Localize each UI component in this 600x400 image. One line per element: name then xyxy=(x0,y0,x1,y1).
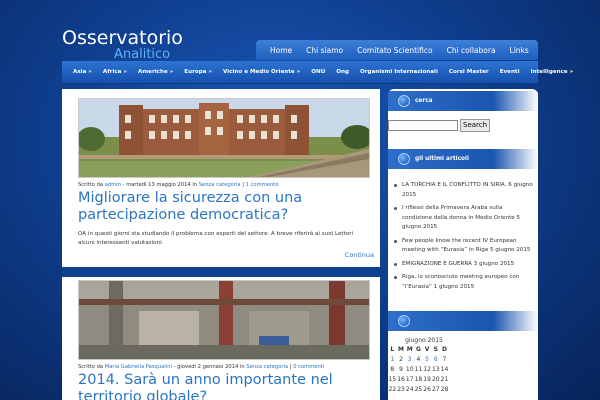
post-separator xyxy=(62,267,380,277)
calendar-day: 20 xyxy=(431,375,440,383)
post-meta: Scritto da admin - martedì 13 maggio 201… xyxy=(78,182,279,188)
post-title[interactable]: Migliorare la sicurezza con una partecip… xyxy=(78,190,370,224)
cat-vicino-medio-oriente[interactable]: Vicino e Medio Oriente » xyxy=(223,69,300,75)
post-comments-link[interactable]: 1 commento xyxy=(246,182,279,188)
post-comments-link[interactable]: 0 commenti xyxy=(293,364,324,370)
post-category-link[interactable]: Senza categoria xyxy=(199,182,241,188)
calendar-day: 28 xyxy=(440,385,449,393)
calendar-day[interactable]: 6 xyxy=(431,354,440,364)
bullet-icon xyxy=(394,239,397,243)
latest-articles: LA TURCHIA E IL CONFLITTO IN SIRIA. 6 gi… xyxy=(394,181,534,292)
calendar-day: 23 xyxy=(397,385,405,393)
calendar-day: 24 xyxy=(405,385,414,393)
bullet-icon xyxy=(394,276,397,279)
nav-comitato-scientifico[interactable]: Comitato Scientifico xyxy=(357,46,432,55)
calendar-grid: L M M G V S D 1 2 3 4 5 6 7 8 9 10 11 12… xyxy=(388,345,449,393)
calendar-day: 14 xyxy=(440,365,449,373)
calendar-day: 27 xyxy=(431,385,440,393)
building-photo xyxy=(77,99,373,177)
calendar-day: 18 xyxy=(414,375,423,383)
cat-organismi-internazionali[interactable]: Organismi Internazionali xyxy=(360,69,438,75)
article-link[interactable]: I riflessi della Primavera Araba sulla c… xyxy=(402,205,515,221)
cat-asia[interactable]: Asia » xyxy=(73,69,92,75)
calendar-day: 4 xyxy=(416,355,421,363)
nav-home[interactable]: Home xyxy=(270,46,292,55)
article-link[interactable]: LA TURCHIA E IL CONFLITTO IN SIRIA. xyxy=(402,182,506,188)
nav-chi-siamo[interactable]: Chi siamo xyxy=(306,46,343,55)
calendar-day: 17 xyxy=(405,375,414,383)
article-link[interactable]: EMIGRAZIONE E GUERRA xyxy=(402,261,472,267)
ruin-photo xyxy=(79,281,369,359)
list-item: EMIGRAZIONE E GUERRA 3 giugno 2015 xyxy=(394,260,534,270)
nav-chi-collabora[interactable]: Chi collabora xyxy=(447,46,496,55)
calendar-day[interactable]: 5 xyxy=(423,354,432,364)
nav-links[interactable]: Links xyxy=(510,46,529,55)
post-image[interactable] xyxy=(77,98,373,178)
post-author-link[interactable]: admin xyxy=(105,182,121,188)
calendar-day[interactable]: 3 xyxy=(405,354,414,364)
sidebar-heading-search: cerca xyxy=(388,91,538,111)
list-item: I riflessi della Primavera Araba sulla c… xyxy=(394,204,534,233)
post-title[interactable]: 2014. Sarà un anno importante nel territ… xyxy=(78,372,370,400)
list-item: LA TURCHIA E IL CONFLITTO IN SIRIA. 6 gi… xyxy=(394,181,534,200)
list-item: Riga, lo sconosciuto meeting europeo con… xyxy=(394,273,534,292)
calendar: giugno 2015 L M M G V S D 1 2 3 4 5 6 7 xyxy=(388,337,538,394)
post-meta: Scritto da Maria Gabriella Pasqualini - … xyxy=(78,364,325,370)
post-excerpt: OA in questi giorni sta studiando il pro… xyxy=(78,231,354,246)
post: Scritto da admin - martedì 13 maggio 201… xyxy=(77,98,373,248)
calendar-day: 22 xyxy=(388,385,397,393)
cat-ong[interactable]: Ong xyxy=(336,69,349,75)
search-form: Search xyxy=(388,119,491,132)
cat-europa[interactable]: Europa » xyxy=(184,69,212,75)
calendar-day: 19 xyxy=(423,375,431,383)
calendar-day: 8 xyxy=(390,365,395,373)
calendar-day: 11 xyxy=(414,365,423,373)
top-navigation: Home Chi siamo Comitato Scientifico Chi … xyxy=(256,40,538,60)
cat-eventi[interactable]: Eventi xyxy=(500,69,520,75)
site-logo[interactable]: Osservatorio Analitico xyxy=(62,28,183,62)
calendar-caption: giugno 2015 xyxy=(405,337,443,344)
bullet-icon xyxy=(394,207,397,210)
calendar-day: 7 xyxy=(442,355,447,363)
cat-intelligence[interactable]: Intelligence » xyxy=(531,69,574,75)
logo-title: Osservatorio xyxy=(62,27,183,49)
cat-onu[interactable]: ONU xyxy=(311,69,325,75)
bullet-icon xyxy=(394,262,397,266)
post-image[interactable] xyxy=(78,280,370,360)
calendar-day: 21 xyxy=(440,375,449,383)
main-content: Scritto da admin - martedì 13 maggio 201… xyxy=(62,89,380,400)
category-navigation: Asia » Africa » Americhe » Europa » Vici… xyxy=(62,61,573,84)
search-button[interactable]: Search xyxy=(460,119,491,132)
post-category-link[interactable]: Senza categoria xyxy=(246,364,288,370)
calendar-day: 13 xyxy=(431,365,440,373)
sidebar-heading-latest: gli ultimi articoli xyxy=(388,149,538,169)
calendar-day[interactable]: 1 xyxy=(388,354,397,364)
orb-icon xyxy=(398,315,410,327)
sidebar: cerca Search gli ultimi articoli LA TURC… xyxy=(388,89,538,400)
post-author-link[interactable]: Maria Gabriella Pasqualini xyxy=(105,364,172,370)
cat-africa[interactable]: Africa » xyxy=(103,69,127,75)
cat-americhe[interactable]: Americhe » xyxy=(138,69,173,75)
post: Scritto da Maria Gabriella Pasqualini - … xyxy=(78,280,370,400)
cat-corsi-master[interactable]: Corsi Master xyxy=(449,69,489,75)
continua-link[interactable]: Continua xyxy=(345,251,374,259)
calendar-day: 2 xyxy=(399,355,403,363)
sidebar-heading-calendar xyxy=(388,311,538,331)
calendar-day: 9 xyxy=(399,365,403,373)
orb-icon xyxy=(398,95,410,107)
search-input[interactable] xyxy=(388,120,458,131)
list-item: Few people know the recent IV European m… xyxy=(394,237,534,256)
orb-icon xyxy=(398,153,410,165)
calendar-day: 10 xyxy=(405,365,414,373)
bullet-icon xyxy=(394,184,397,187)
logo-subtitle: Analitico xyxy=(114,47,171,62)
calendar-day: 12 xyxy=(423,365,431,373)
calendar-day: 16 xyxy=(397,375,405,383)
calendar-day: 26 xyxy=(423,385,431,393)
calendar-day: 25 xyxy=(414,385,423,393)
calendar-day: 15 xyxy=(388,375,397,383)
